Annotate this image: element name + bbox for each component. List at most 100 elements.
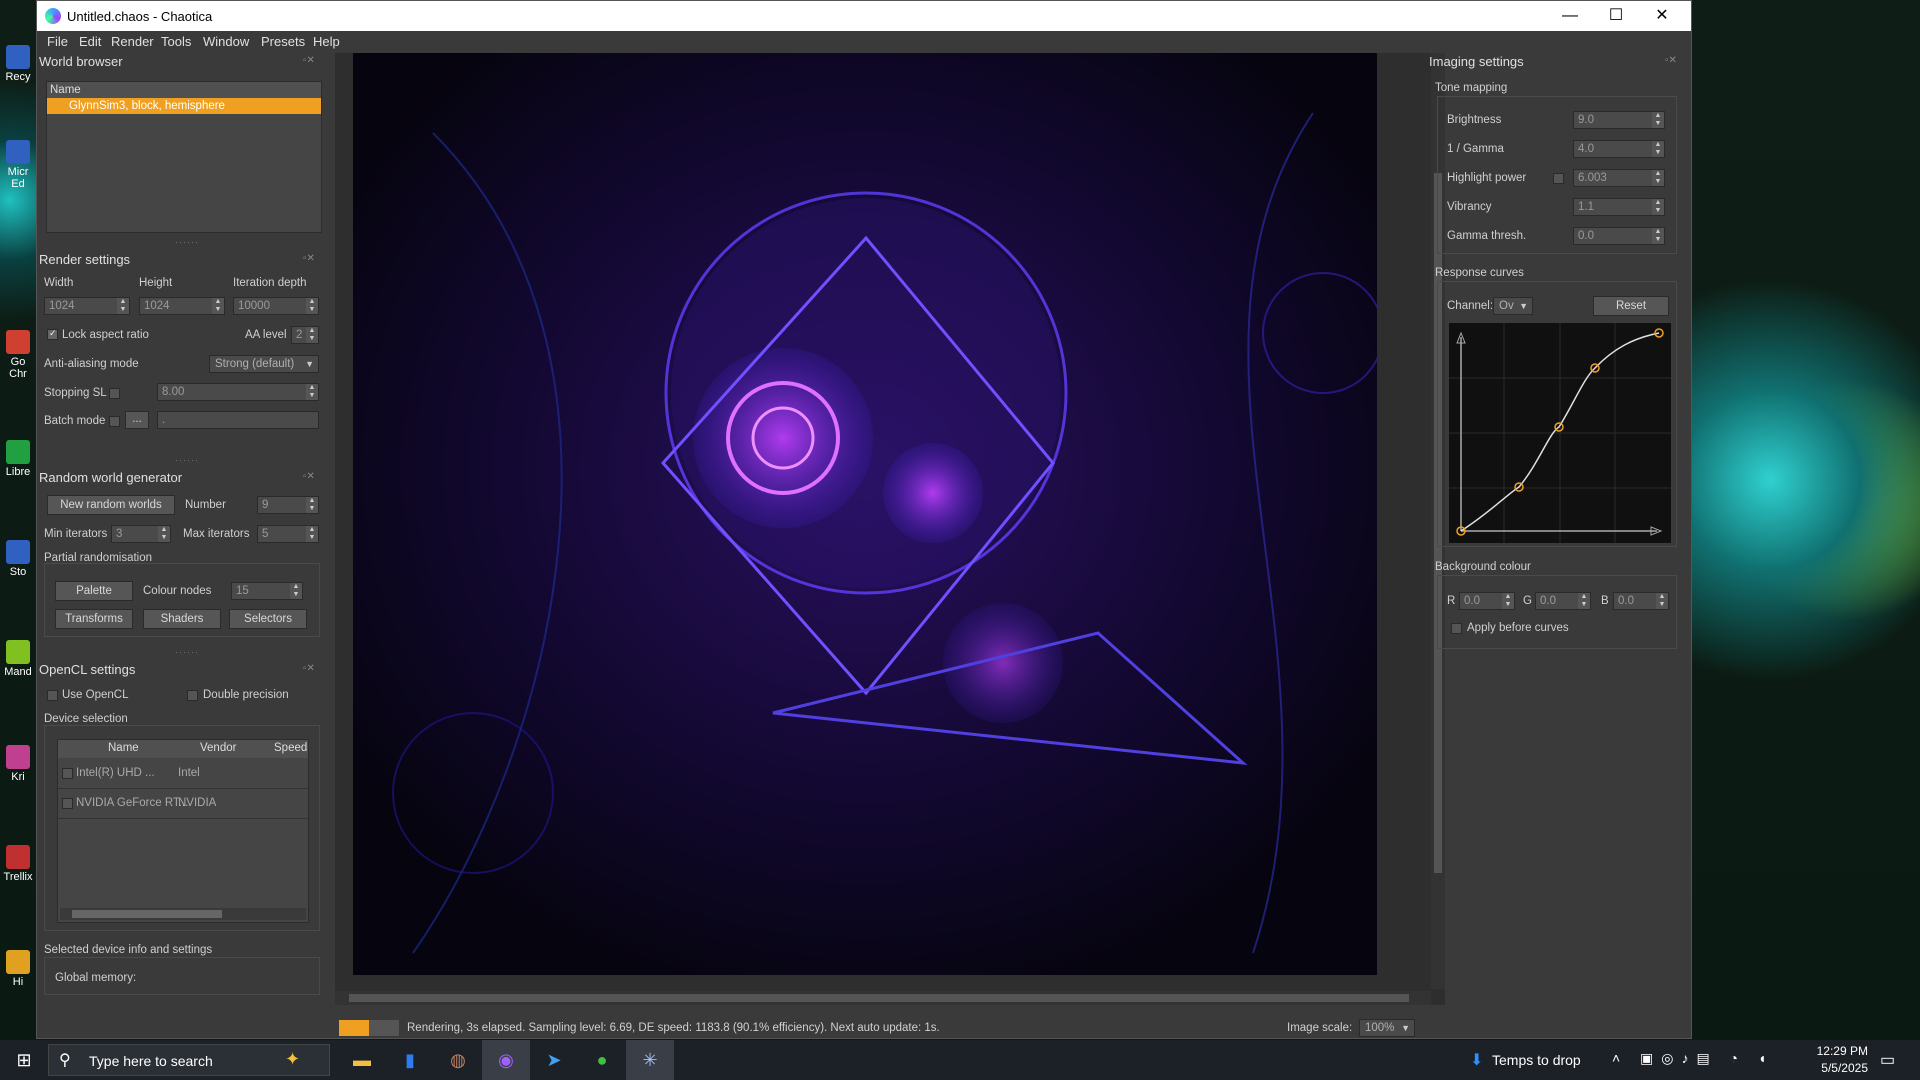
aa-level-spinbox[interactable]: 2 ▲ ▼ — [291, 326, 319, 344]
spin-arrows-icon[interactable]: ▲ ▼ — [306, 298, 318, 314]
gamma-thresh-spinbox[interactable]: 0.0 ▲ ▼ — [1573, 227, 1665, 245]
height-spinbox[interactable]: 1024 ▲ ▼ — [139, 297, 225, 315]
batch-browse-button[interactable]: ... — [125, 411, 149, 429]
spin-arrows-icon[interactable]: ▲ ▼ — [306, 384, 318, 400]
response-curve-editor[interactable] — [1449, 323, 1671, 543]
desktop-icon-store[interactable]: Sto — [2, 540, 34, 578]
taskbar-active-app[interactable]: ◉ — [482, 1040, 530, 1080]
width-spinbox[interactable]: 1024 ▲ ▼ — [44, 297, 130, 315]
stopping-sl-spinbox[interactable]: 8.00 ▲ ▼ — [157, 383, 319, 401]
spin-arrows-icon[interactable]: ▲ ▼ — [1502, 593, 1514, 609]
device-table[interactable]: Name Vendor Speed Intel(R) UHD ... Intel… — [57, 739, 309, 923]
number-spinbox[interactable]: 9 ▲ ▼ — [257, 496, 319, 514]
title-bar[interactable]: Untitled.chaos - Chaotica — ☐ ✕ — [37, 1, 1691, 31]
spin-arrows-icon[interactable]: ▲ ▼ — [1652, 112, 1664, 128]
tray-chevron-icon[interactable]: ˄ — [1612, 1050, 1620, 1066]
taskbar-word[interactable]: ▮ — [386, 1040, 434, 1080]
desktop-icon-chrome[interactable]: Go Chr — [2, 330, 34, 380]
batch-path-input[interactable]: . — [157, 411, 319, 429]
transforms-button[interactable]: Transforms — [55, 609, 133, 629]
device-checkbox[interactable] — [62, 798, 73, 809]
taskbar-app[interactable]: ◍ — [434, 1040, 482, 1080]
menu-render[interactable]: Render — [111, 34, 154, 49]
desktop-icon-libre[interactable]: Libre — [2, 440, 34, 478]
spin-arrows-icon[interactable]: ▲ ▼ — [158, 526, 170, 542]
g-spinbox[interactable]: 0.0 ▲ ▼ — [1535, 592, 1591, 610]
spin-arrows-icon[interactable]: ▲ ▼ — [290, 583, 302, 599]
taskbar-chrome[interactable]: ● — [578, 1040, 626, 1080]
minimize-button[interactable]: — — [1547, 1, 1593, 31]
horizontal-scrollbar[interactable] — [335, 991, 1431, 1005]
double-precision-checkbox[interactable] — [187, 690, 198, 701]
spin-arrows-icon[interactable]: ▲ ▼ — [306, 497, 318, 513]
spin-arrows-icon[interactable]: ▲ ▼ — [1656, 593, 1668, 609]
gamma-spinbox[interactable]: 4.0 ▲ ▼ — [1573, 140, 1665, 158]
b-spinbox[interactable]: 0.0 ▲ ▼ — [1613, 592, 1669, 610]
vibrancy-spinbox[interactable]: 1.1 ▲ ▼ — [1573, 198, 1665, 216]
maximize-button[interactable]: ☐ — [1593, 1, 1639, 31]
taskbar-chaotica[interactable]: ✳ — [626, 1040, 674, 1080]
min-iterators-spinbox[interactable]: 3 ▲ ▼ — [111, 525, 171, 543]
world-list-item-selected[interactable]: GlynnSim3, block, hemisphere — [47, 98, 321, 114]
brightness-spinbox[interactable]: 9.0 ▲ ▼ — [1573, 111, 1665, 129]
menu-edit[interactable]: Edit — [79, 34, 101, 49]
column-vendor[interactable]: Vendor — [200, 742, 236, 754]
spin-arrows-icon[interactable]: ▲ ▼ — [306, 526, 318, 542]
highlight-power-spinbox[interactable]: 6.003 ▲ ▼ — [1573, 169, 1665, 187]
new-random-worlds-button[interactable]: New random worlds — [47, 495, 175, 515]
clock-time[interactable]: 12:29 PM — [1808, 1044, 1868, 1058]
splitter-grip[interactable]: ······ — [175, 455, 199, 465]
splitter-grip[interactable]: ······ — [175, 647, 199, 657]
use-opencl-checkbox[interactable] — [47, 690, 58, 701]
spin-arrows-icon[interactable]: ▲ ▼ — [1652, 199, 1664, 215]
horizontal-scrollbar[interactable] — [60, 908, 306, 920]
spin-arrows-icon[interactable]: ▲ ▼ — [1652, 228, 1664, 244]
colour-nodes-spinbox[interactable]: 15 ▲ ▼ — [231, 582, 303, 600]
device-checkbox[interactable] — [62, 768, 73, 779]
taskbar-file-explorer[interactable]: ▬ — [338, 1040, 386, 1080]
desktop-icon-hi[interactable]: Hi — [2, 950, 34, 988]
render-viewport[interactable] — [335, 53, 1445, 1005]
world-list-header[interactable]: Name — [47, 82, 321, 98]
image-scale-dropdown[interactable]: 100% ▼ — [1359, 1019, 1415, 1037]
menu-presets[interactable]: Presets — [261, 34, 305, 49]
weather-text[interactable]: Temps to drop — [1492, 1052, 1581, 1068]
desktop-icon-edge[interactable]: Micr Ed — [2, 140, 34, 190]
batch-mode-checkbox[interactable] — [109, 416, 120, 427]
random-world-float-close[interactable]: ▫✕ — [303, 471, 315, 482]
desktop-icon-trellix[interactable]: Trellix — [2, 845, 34, 883]
render-settings-float-close[interactable]: ▫✕ — [303, 253, 315, 264]
spin-arrows-icon[interactable]: ▲ ▼ — [1652, 170, 1664, 186]
shaders-button[interactable]: Shaders — [143, 609, 221, 629]
spin-arrows-icon[interactable]: ▲ ▼ — [1578, 593, 1590, 609]
close-button[interactable]: ✕ — [1639, 1, 1685, 31]
selectors-button[interactable]: Selectors — [229, 609, 307, 629]
apply-before-curves-checkbox[interactable] — [1451, 623, 1462, 634]
spin-arrows-icon[interactable]: ▲ ▼ — [306, 327, 318, 343]
column-name[interactable]: Name — [108, 742, 139, 754]
column-speed[interactable]: Speed — [274, 742, 307, 754]
menu-file[interactable]: File — [47, 34, 68, 49]
menu-window[interactable]: Window — [203, 34, 249, 49]
tray-icons[interactable]: ▣◎♪▤ ◔ ◖ — [1640, 1050, 1774, 1067]
desktop-icon-mand[interactable]: Mand — [2, 640, 34, 678]
stopping-sl-checkbox[interactable] — [109, 388, 120, 399]
channel-dropdown[interactable]: Ov ▼ — [1493, 297, 1533, 315]
highlight-power-checkbox[interactable] — [1553, 173, 1564, 184]
spin-arrows-icon[interactable]: ▲ ▼ — [212, 298, 224, 314]
imaging-float-close[interactable]: ▫✕ — [1665, 55, 1677, 66]
desktop-icon-krita[interactable]: Kri — [2, 745, 34, 783]
menu-tools[interactable]: Tools — [161, 34, 191, 49]
opencl-float-close[interactable]: ▫✕ — [303, 663, 315, 674]
max-iterators-spinbox[interactable]: 5 ▲ ▼ — [257, 525, 319, 543]
spin-arrows-icon[interactable]: ▲ ▼ — [1652, 141, 1664, 157]
notification-icon[interactable]: ▭ — [1880, 1050, 1895, 1070]
world-browser-float-close[interactable]: ▫✕ — [303, 55, 315, 66]
search-box[interactable]: ⚲ Type here to search ✦ — [48, 1044, 330, 1076]
palette-button[interactable]: Palette — [55, 581, 133, 601]
r-spinbox[interactable]: 0.0 ▲ ▼ — [1459, 592, 1515, 610]
world-list[interactable]: Name GlynnSim3, block, hemisphere — [46, 81, 322, 233]
aa-mode-dropdown[interactable]: Strong (default) ▼ — [209, 355, 319, 373]
reset-curves-button[interactable]: Reset — [1593, 296, 1669, 316]
desktop-icon-recycle[interactable]: Recy — [2, 45, 34, 83]
